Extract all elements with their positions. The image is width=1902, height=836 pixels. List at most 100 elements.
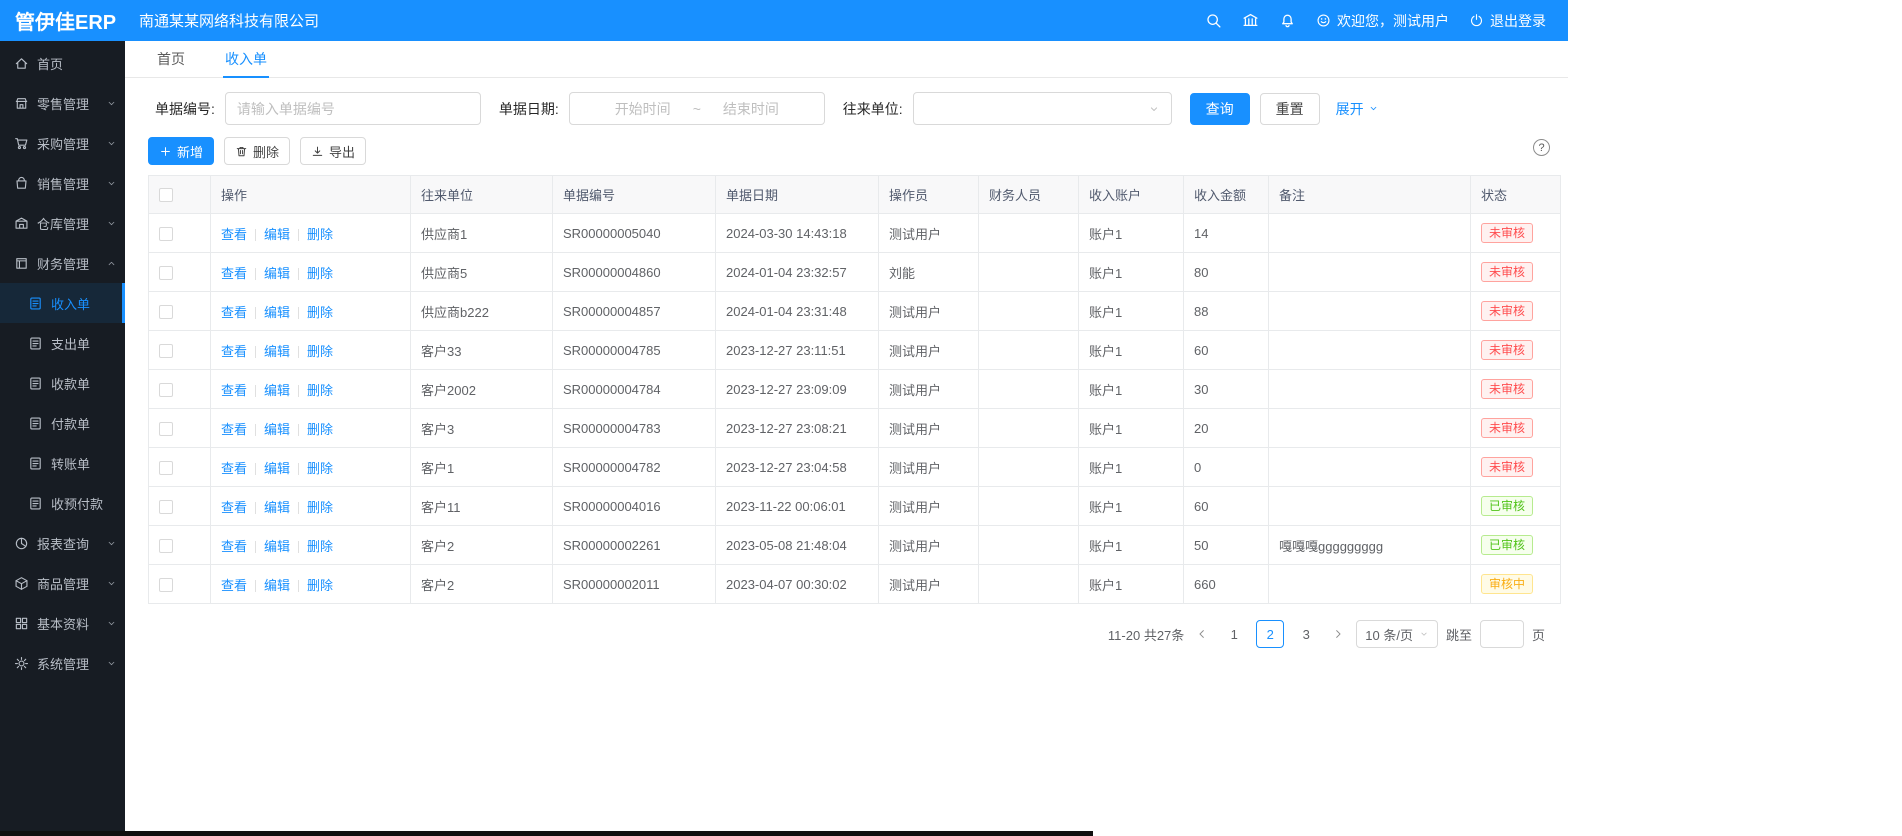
delete-link[interactable]: 删除 — [307, 461, 333, 476]
add-button[interactable]: 新增 — [148, 137, 214, 165]
page-button-3[interactable]: 3 — [1292, 620, 1320, 648]
cell-actions: 查看 编辑 删除 — [211, 409, 411, 448]
prev-page-button[interactable] — [1192, 620, 1212, 648]
reset-button[interactable]: 重置 — [1260, 93, 1320, 125]
edit-link[interactable]: 编辑 — [264, 305, 290, 320]
row-checkbox[interactable] — [159, 227, 173, 241]
sidebar-item-income-bill[interactable]: 收入单 — [0, 283, 125, 323]
page-size-select[interactable]: 10 条/页 — [1356, 620, 1438, 648]
sidebar-item-retail[interactable]: 零售管理 — [0, 83, 125, 123]
sidebar-item-payment-bill[interactable]: 付款单 — [0, 403, 125, 443]
view-link[interactable]: 查看 — [221, 578, 247, 593]
cell-remark — [1269, 565, 1471, 604]
help-icon[interactable]: ? — [1533, 139, 1550, 156]
delete-link[interactable]: 删除 — [307, 305, 333, 320]
sidebar-item-label: 采购管理 — [37, 134, 89, 153]
delete-link[interactable]: 删除 — [307, 578, 333, 593]
action-divider — [255, 580, 256, 592]
row-checkbox[interactable] — [159, 422, 173, 436]
row-checkbox[interactable] — [159, 266, 173, 280]
tab-home[interactable]: 首页 — [155, 41, 187, 78]
row-checkbox[interactable] — [159, 500, 173, 514]
cell-operator: 测试用户 — [879, 526, 979, 565]
row-checkbox[interactable] — [159, 539, 173, 553]
edit-link[interactable]: 编辑 — [264, 383, 290, 398]
cell-partner: 客户2002 — [411, 370, 553, 409]
export-button[interactable]: 导出 — [300, 137, 366, 165]
sidebar-item-advance-bill[interactable]: 收预付款 — [0, 483, 125, 523]
row-checkbox[interactable] — [159, 305, 173, 319]
sidebar-item-sales[interactable]: 销售管理 — [0, 163, 125, 203]
view-link[interactable]: 查看 — [221, 227, 247, 242]
view-link[interactable]: 查看 — [221, 305, 247, 320]
view-link[interactable]: 查看 — [221, 383, 247, 398]
view-link[interactable]: 查看 — [221, 500, 247, 515]
sidebar-item-purchase[interactable]: 采购管理 — [0, 123, 125, 163]
sidebar-item-receipt-bill[interactable]: 收款单 — [0, 363, 125, 403]
next-page-button[interactable] — [1328, 620, 1348, 648]
welcome-user[interactable]: 欢迎您，测试用户 — [1316, 11, 1449, 31]
view-link[interactable]: 查看 — [221, 422, 247, 437]
logout-button[interactable]: 退出登录 — [1469, 11, 1546, 31]
view-link[interactable]: 查看 — [221, 461, 247, 476]
action-divider — [255, 424, 256, 436]
sidebar-item-goods[interactable]: 商品管理 — [0, 563, 125, 603]
delete-link[interactable]: 删除 — [307, 500, 333, 515]
sidebar-item-report[interactable]: 报表查询 — [0, 523, 125, 563]
table-row: 查看编辑删除供应商5SR000000048602024-01-04 23:32:… — [149, 253, 1561, 292]
view-link[interactable]: 查看 — [221, 344, 247, 359]
sidebar-item-basic[interactable]: 基本资料 — [0, 603, 125, 643]
row-checkbox[interactable] — [159, 383, 173, 397]
delete-link[interactable]: 删除 — [307, 539, 333, 554]
bell-icon[interactable] — [1279, 12, 1296, 29]
page-button-2[interactable]: 2 — [1256, 620, 1284, 648]
action-divider — [298, 424, 299, 436]
chevron-down-icon — [106, 578, 117, 589]
select-all-checkbox[interactable] — [159, 188, 173, 202]
delete-link[interactable]: 删除 — [307, 344, 333, 359]
view-link[interactable]: 查看 — [221, 539, 247, 554]
edit-link[interactable]: 编辑 — [264, 422, 290, 437]
sidebar-item-home[interactable]: 首页 — [0, 43, 125, 83]
jump-page-input[interactable] — [1480, 620, 1524, 648]
row-checkbox[interactable] — [159, 578, 173, 592]
edit-link[interactable]: 编辑 — [264, 461, 290, 476]
sidebar-item-finance[interactable]: 财务管理 — [0, 243, 125, 283]
tab-income-bill[interactable]: 收入单 — [223, 41, 269, 78]
search-icon[interactable] — [1205, 12, 1222, 29]
expand-link[interactable]: 展开 — [1336, 99, 1379, 119]
smile-avatar-icon — [1316, 13, 1331, 28]
delete-link[interactable]: 删除 — [307, 422, 333, 437]
bank-icon[interactable] — [1242, 12, 1259, 29]
sidebar-item-transfer-bill[interactable]: 转账单 — [0, 443, 125, 483]
row-checkbox[interactable] — [159, 461, 173, 475]
edit-link[interactable]: 编辑 — [264, 500, 290, 515]
sidebar-item-warehouse[interactable]: 仓库管理 — [0, 203, 125, 243]
delete-link[interactable]: 删除 — [307, 227, 333, 242]
sidebar-item-expense-bill[interactable]: 支出单 — [0, 323, 125, 363]
date-start-input[interactable] — [597, 101, 689, 117]
table-row: 查看编辑删除客户33SR000000047852023-12-27 23:11:… — [149, 331, 1561, 370]
action-divider — [255, 346, 256, 358]
partner-select[interactable] — [913, 92, 1172, 125]
date-range-picker[interactable]: ~ — [569, 92, 825, 125]
row-checkbox[interactable] — [159, 344, 173, 358]
status-badge: 已审核 — [1481, 496, 1533, 516]
date-end-input[interactable] — [705, 101, 797, 117]
search-button[interactable]: 查询 — [1190, 93, 1250, 125]
delete-link[interactable]: 删除 — [307, 266, 333, 281]
cell-remark — [1269, 214, 1471, 253]
cell-partner: 客户2 — [411, 526, 553, 565]
action-divider — [298, 580, 299, 592]
view-link[interactable]: 查看 — [221, 266, 247, 281]
edit-link[interactable]: 编辑 — [264, 539, 290, 554]
page-button-1[interactable]: 1 — [1220, 620, 1248, 648]
delete-link[interactable]: 删除 — [307, 383, 333, 398]
edit-link[interactable]: 编辑 — [264, 578, 290, 593]
sidebar-item-system[interactable]: 系统管理 — [0, 643, 125, 683]
edit-link[interactable]: 编辑 — [264, 344, 290, 359]
delete-button[interactable]: 删除 — [224, 137, 290, 165]
edit-link[interactable]: 编辑 — [264, 227, 290, 242]
edit-link[interactable]: 编辑 — [264, 266, 290, 281]
bill-no-input[interactable] — [225, 92, 481, 125]
